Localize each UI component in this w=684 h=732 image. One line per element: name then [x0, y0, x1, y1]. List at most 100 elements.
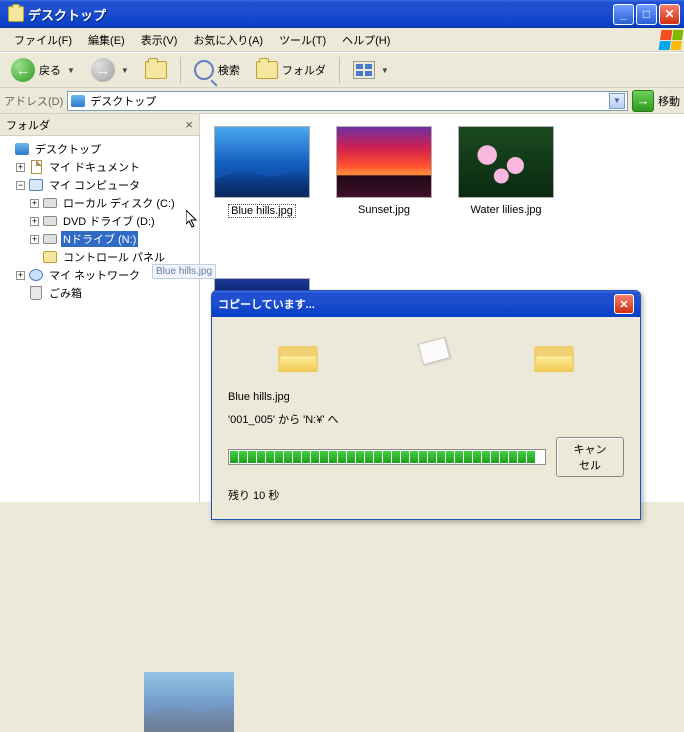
folder-icon	[256, 61, 278, 79]
search-button[interactable]: 検索	[187, 55, 247, 85]
tree-node-mynet[interactable]: + マイ ネットワーク	[16, 266, 197, 284]
network-icon	[28, 268, 44, 282]
tree-node-recycle[interactable]: ごみ箱	[16, 284, 197, 302]
dialog-body: Blue hills.jpg '001_005' から 'N:¥' へ キャンセ…	[212, 317, 640, 519]
folder-up-icon	[145, 61, 167, 79]
windows-flag-icon	[659, 30, 684, 50]
tree-label: マイ ネットワーク	[47, 267, 142, 283]
maximize-button[interactable]: □	[636, 4, 657, 25]
tree-toggle-expand[interactable]: +	[30, 217, 39, 226]
tree-label: DVD ドライブ (D:)	[61, 213, 157, 229]
window-titlebar: デスクトップ _ □ ✕	[0, 0, 684, 28]
thumbnail-image	[458, 126, 554, 198]
chevron-down-icon[interactable]: ▼	[381, 66, 389, 75]
toolbar-separator	[180, 57, 181, 83]
document-icon	[28, 160, 44, 174]
copying-from-to: '001_005' から 'N:¥' へ	[228, 411, 624, 427]
tree-toggle-expand[interactable]: +	[16, 163, 25, 172]
address-value: デスクトップ	[90, 93, 609, 109]
tree-node-dvdd[interactable]: + DVD ドライブ (D:)	[30, 212, 197, 230]
source-folder-icon	[278, 340, 318, 372]
menu-edit[interactable]: 編集(E)	[80, 29, 133, 51]
go-button[interactable]: →	[632, 90, 654, 112]
window-title: デスクトップ	[28, 5, 613, 24]
address-combo[interactable]: デスクトップ ▼	[67, 91, 628, 111]
dialog-close-button[interactable]: ✕	[614, 294, 634, 314]
copy-dialog: コピーしています... ✕ Blue hills.jpg '001_005' か…	[211, 290, 641, 520]
tree-label: ごみ箱	[47, 285, 84, 301]
tree-label: コントロール パネル	[61, 249, 167, 265]
drive-icon	[42, 196, 58, 210]
tree-label: Nドライブ (N:)	[61, 231, 138, 247]
menu-help[interactable]: ヘルプ(H)	[334, 29, 398, 51]
sidebar-header: フォルダ ×	[0, 114, 199, 136]
menu-file[interactable]: ファイル(F)	[6, 29, 80, 51]
folders-label: フォルダ	[282, 62, 326, 78]
progress-bar	[228, 449, 546, 465]
tree-label: デスクトップ	[33, 141, 103, 157]
back-label: 戻る	[39, 62, 61, 78]
dialog-title: コピーしています...	[218, 296, 315, 312]
back-button[interactable]: ← 戻る ▼	[4, 53, 82, 87]
tree-node-mycomp[interactable]: − マイ コンピュータ	[16, 176, 197, 194]
forward-button[interactable]: → ▼	[84, 53, 136, 87]
desktop-icon	[70, 94, 86, 108]
chevron-down-icon[interactable]: ▼	[121, 66, 129, 75]
tree-toggle-expand[interactable]: +	[16, 271, 25, 280]
back-arrow-icon: ←	[11, 58, 35, 82]
tree-toggle	[2, 145, 11, 154]
close-button[interactable]: ✕	[659, 4, 680, 25]
recycle-bin-icon	[28, 286, 44, 300]
chevron-down-icon[interactable]: ▼	[67, 66, 75, 75]
folder-tree: デスクトップ + マイ ドキュメント − マイ コンピュータ + ローカル ディ…	[0, 136, 199, 306]
address-bar: アドレス(D) デスクトップ ▼ → 移動	[0, 88, 684, 114]
thumbnail-waterlilies[interactable]: Water lilies.jpg	[456, 126, 556, 218]
views-button[interactable]: ▼	[346, 56, 396, 84]
thumbnail-caption: Sunset.jpg	[356, 204, 412, 216]
menubar: ファイル(F) 編集(E) 表示(V) お気に入り(A) ツール(T) ヘルプ(…	[0, 28, 684, 52]
drive-icon	[42, 214, 58, 228]
address-dropdown-button[interactable]: ▼	[609, 93, 625, 109]
views-icon	[353, 61, 375, 79]
go-label: 移動	[658, 93, 680, 109]
minimize-button[interactable]: _	[613, 4, 634, 25]
computer-icon	[28, 178, 44, 192]
menu-tools[interactable]: ツール(T)	[271, 29, 334, 51]
tree-node-cpanel[interactable]: コントロール パネル	[30, 248, 197, 266]
drag-ghost-image	[144, 672, 234, 732]
folders-button[interactable]: フォルダ	[249, 56, 333, 84]
cancel-button[interactable]: キャンセル	[556, 437, 624, 477]
thumbnail-bluehills[interactable]: Blue hills.jpg	[212, 126, 312, 218]
thumbnail-caption: Water lilies.jpg	[468, 204, 543, 216]
tree-label: ローカル ディスク (C:)	[61, 195, 177, 211]
tree-node-ndrive[interactable]: + Nドライブ (N:)	[30, 230, 197, 248]
thumbnail-image	[214, 126, 310, 198]
thumbnail-caption: Blue hills.jpg	[228, 204, 296, 218]
tree-label: マイ ドキュメント	[47, 159, 142, 175]
address-label: アドレス(D)	[4, 93, 63, 109]
folder-icon	[8, 6, 24, 22]
flying-paper-icon	[396, 336, 456, 376]
tree-toggle-collapse[interactable]: −	[16, 181, 25, 190]
dialog-titlebar[interactable]: コピーしています... ✕	[212, 291, 640, 317]
tree-label: マイ コンピュータ	[47, 177, 142, 193]
sidebar-title: フォルダ	[6, 117, 50, 133]
tree-node-localc[interactable]: + ローカル ディスク (C:)	[30, 194, 197, 212]
up-button[interactable]	[138, 56, 174, 84]
thumbnail-sunset[interactable]: Sunset.jpg	[334, 126, 434, 218]
tree-node-desktop[interactable]: デスクトップ	[2, 140, 197, 158]
desktop-icon	[14, 142, 30, 156]
folders-sidebar: フォルダ × デスクトップ + マイ ドキュメント − マイ コンピュータ +	[0, 114, 200, 502]
control-panel-icon	[42, 250, 58, 264]
sidebar-close-button[interactable]: ×	[185, 117, 193, 132]
tree-toggle-expand[interactable]: +	[30, 199, 39, 208]
tree-toggle-expand[interactable]: +	[30, 235, 39, 244]
menu-view[interactable]: 表示(V)	[133, 29, 186, 51]
search-label: 検索	[218, 62, 240, 78]
toolbar-separator	[339, 57, 340, 83]
copying-filename: Blue hills.jpg	[228, 391, 624, 403]
menu-favorites[interactable]: お気に入り(A)	[185, 29, 271, 51]
tree-node-mydocs[interactable]: + マイ ドキュメント	[16, 158, 197, 176]
tree-toggle	[30, 253, 39, 262]
time-remaining: 残り 10 秒	[228, 487, 624, 503]
